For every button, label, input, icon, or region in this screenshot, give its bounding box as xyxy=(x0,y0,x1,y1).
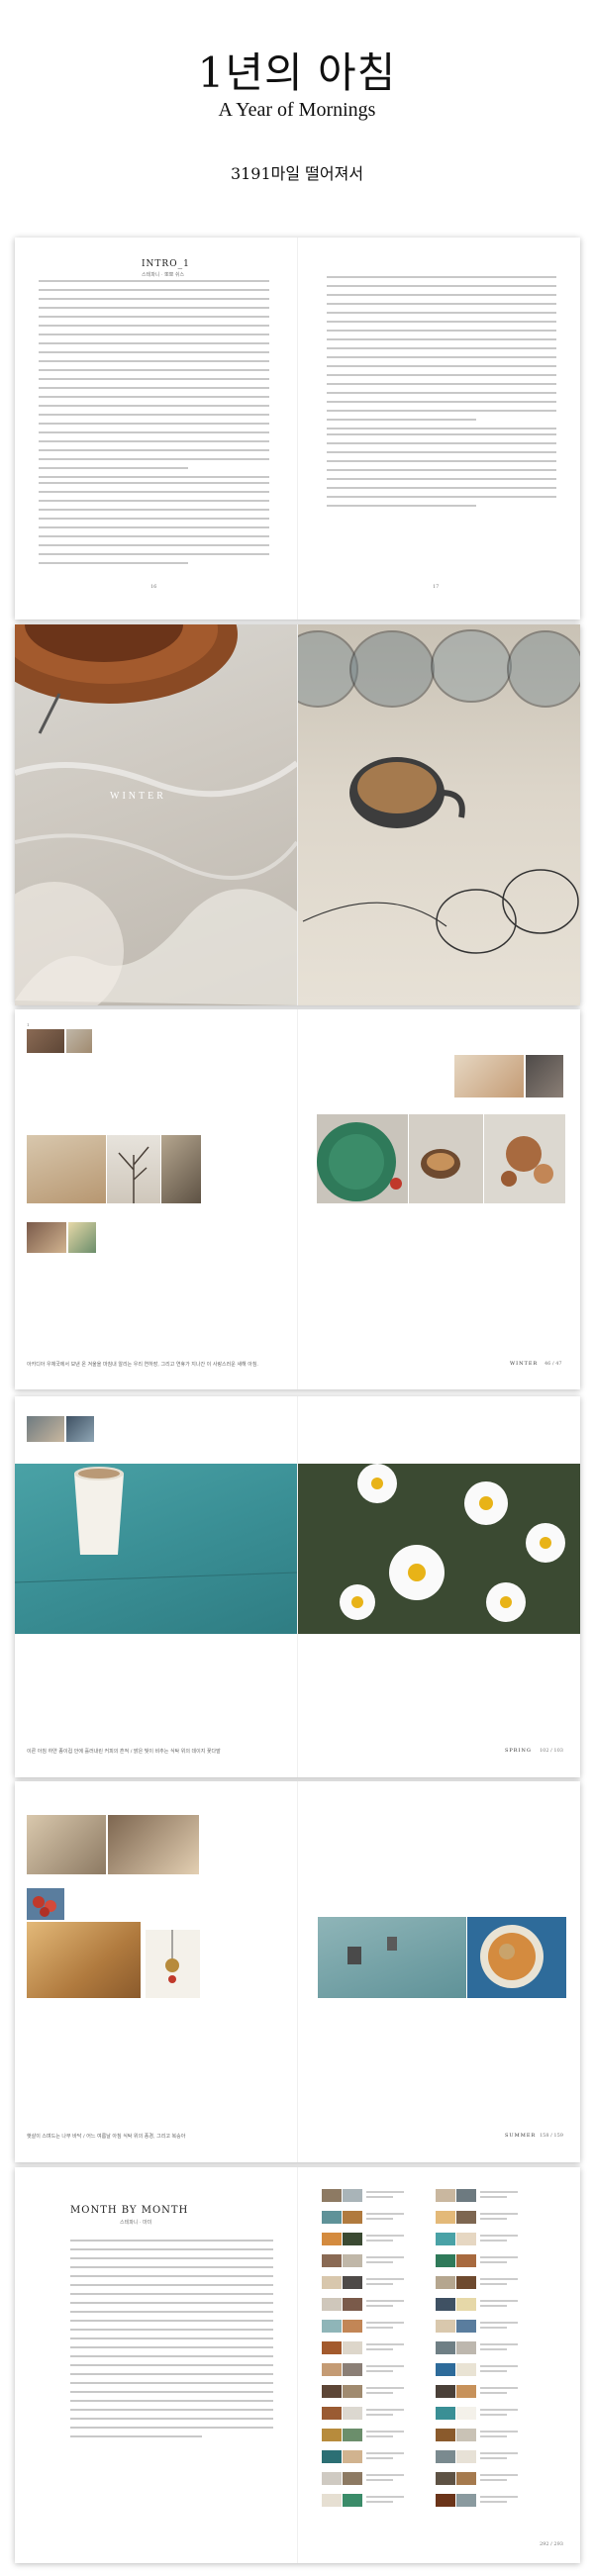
winter-label: WINTER xyxy=(110,791,166,802)
photo-mug-small xyxy=(526,1055,563,1097)
intro-folio-left: 16 xyxy=(150,584,157,590)
photo-strawberries xyxy=(27,1888,64,1920)
month-by-month-folio: 292 / 293 xyxy=(540,2541,563,2547)
spread-winter-grid: 1 아카디아 우체국에서 보낸 온 겨울을 마침내 알리는 우리 연하장, 그리… xyxy=(15,1009,580,1389)
intro-heading: INTRO_1 xyxy=(142,259,190,269)
month-by-month-subheading: 스테파니 · 마미 xyxy=(120,2220,152,2226)
photo-peaches-granola xyxy=(467,1917,566,1998)
photo-summer-light-wall xyxy=(27,1815,106,1874)
photo-daisies xyxy=(298,1464,580,1634)
winter-grid-caption: 아카디아 우체국에서 보낸 온 겨울을 마침내 알리는 우리 연하장, 그리고 … xyxy=(27,1362,259,1368)
winter-grid-folio: 46 / 47 xyxy=(544,1361,562,1367)
book-author: 3191마일 떨어져서 xyxy=(230,164,364,183)
book-header: 1년의 아침 A Year of Mornings 3191마일 떨어져서 xyxy=(0,0,594,226)
summer-folio: 158 / 159 xyxy=(540,2133,563,2139)
photo-hanging-ornament xyxy=(146,1930,200,1998)
spread-spring: 이른 아침 하얀 종이컵 안에 흘러내린 커피의 흔적 / 밝은 빛이 비추는 … xyxy=(15,1396,580,1777)
photo-bare-tree xyxy=(107,1135,160,1203)
photo-cookies xyxy=(484,1114,565,1203)
spread-summer: 햇살이 스며드는 나무 바닥 / 어느 여름날 아침 식탁 위의 풍경, 그리고… xyxy=(15,1781,580,2162)
intro-left-column xyxy=(39,277,269,568)
spring-caption: 이른 아침 하얀 종이컵 안에 흘러내린 커피의 흔적 / 밝은 빛이 비추는 … xyxy=(27,1749,221,1755)
photo-window-light xyxy=(66,1029,92,1053)
intro-folio-right: 17 xyxy=(433,584,440,590)
photo-bread-plate xyxy=(27,1029,64,1053)
photo-coffee-cup-glasses xyxy=(298,624,580,1005)
photo-wood-table xyxy=(27,1135,106,1203)
photo-latte-cup xyxy=(409,1114,483,1203)
photo-paper-cup-teal xyxy=(15,1464,297,1634)
photo-pastry xyxy=(27,1222,66,1253)
photo-spring-small-2 xyxy=(66,1416,94,1442)
spread-month-by-month: MONTH BY MONTH 스테파니 · 마미 292 / 293 xyxy=(15,2167,580,2563)
photo-summer-hand-cup xyxy=(108,1815,199,1874)
spread-winter-photos: WINTER xyxy=(15,624,580,1005)
summer-section-label: SUMMER xyxy=(505,2133,537,2139)
intro-right-column xyxy=(327,273,556,511)
photo-spring-small xyxy=(27,1416,64,1442)
spread-intro: INTRO_1 스테파니 · 뽀뽀 쉬스 16 17 xyxy=(15,238,580,620)
photo-wooden-bowl-linen: WINTER xyxy=(15,624,297,1005)
photo-wood-floor-sun xyxy=(27,1922,141,1998)
spring-folio: 102 / 103 xyxy=(540,1748,563,1754)
spring-section-label: SPRING xyxy=(505,1748,532,1754)
book-title-english: A Year of Mornings xyxy=(218,99,376,121)
summer-caption: 햇살이 스며드는 나무 바닥 / 어느 여름날 아침 식탁 위의 풍경, 그리고… xyxy=(27,2134,186,2140)
photo-teal-table-cup xyxy=(318,1917,466,1998)
photo-windowsill xyxy=(161,1135,201,1203)
photo-table-cups-right xyxy=(454,1055,524,1097)
month-by-month-heading: MONTH BY MONTH xyxy=(70,2205,189,2216)
winter-section-label: WINTER xyxy=(510,1361,539,1367)
photo-jar xyxy=(68,1222,96,1253)
month-by-month-body xyxy=(70,2237,273,2441)
photo-green-plate xyxy=(317,1114,408,1203)
book-title-korean: 1년의 아침 xyxy=(197,48,397,97)
